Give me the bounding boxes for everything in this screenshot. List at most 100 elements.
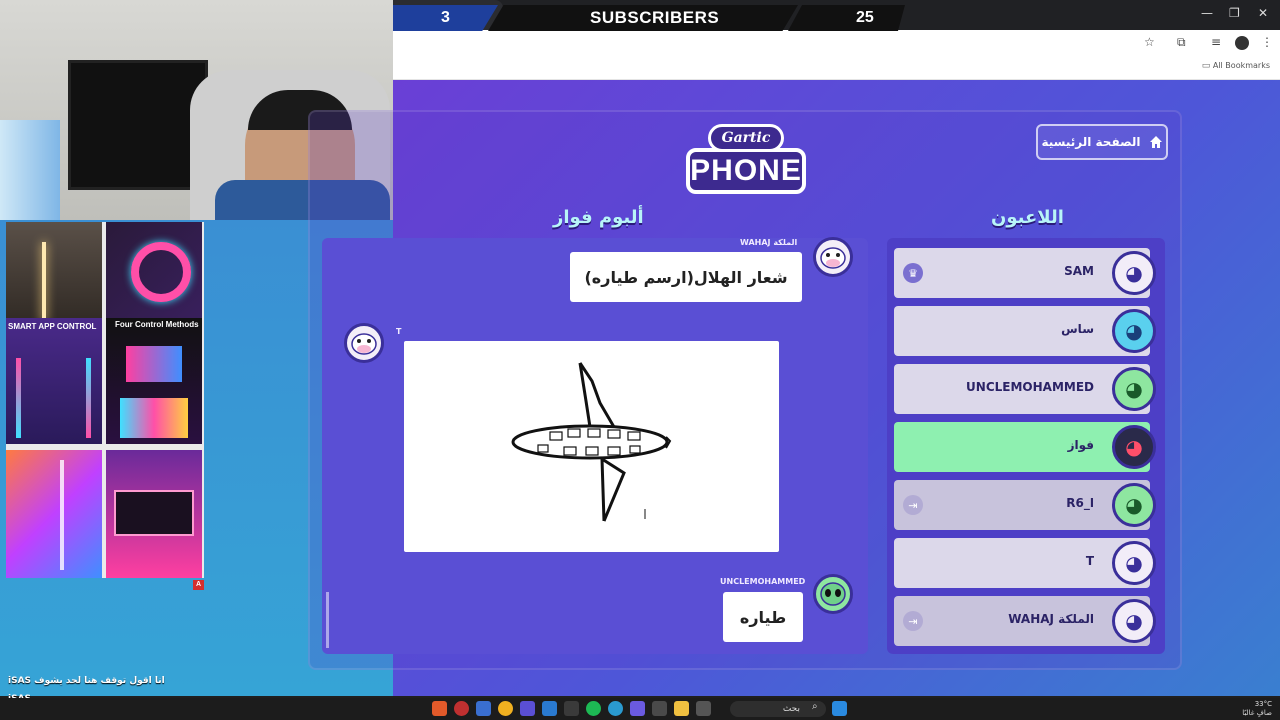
subscriber-count-right: 25 <box>856 9 874 26</box>
ad-four-methods-text: Four Control Methods <box>115 320 199 329</box>
taskbar-search-label: بحث <box>782 704 800 714</box>
player-avatar: ◕ <box>1112 367 1156 411</box>
app-icon[interactable] <box>696 701 711 716</box>
player-name: UNCLEMOHAMMED <box>966 380 1094 394</box>
app-icon[interactable] <box>454 701 469 716</box>
cow-face-icon: ◕ <box>1125 261 1143 285</box>
webcam-monitor <box>68 60 208 190</box>
edge-icon[interactable] <box>608 701 623 716</box>
player-name: SAM <box>1064 264 1094 278</box>
window-maximize-icon[interactable]: ❐ <box>1229 6 1240 20</box>
browser-address-bar[interactable]: ☆ ⧉ ≡ ⋮ <box>393 30 1280 56</box>
airplane-drawing <box>511 362 672 522</box>
player-avatar: ◕ <box>1112 599 1156 643</box>
player-avatar: ◕ <box>1112 483 1156 527</box>
chat-text: انا اقول توقف هنا لحد يشوف <box>34 676 165 686</box>
app-icon[interactable] <box>652 701 667 716</box>
subscriber-label: SUBSCRIBERS <box>590 8 720 27</box>
player-row-active[interactable]: فواز ◕ <box>894 422 1156 472</box>
player-avatar: ◕ <box>1112 251 1156 295</box>
chrome-icon[interactable] <box>498 701 513 716</box>
logo-main-text: PHONE <box>686 148 806 194</box>
player-name: فواز <box>1067 438 1094 452</box>
subscriber-count-left: 3 <box>441 9 450 26</box>
masked-face-icon: ◕ <box>1125 435 1143 459</box>
player-row[interactable]: ⇥ WAHAJ الملكة ◕ <box>894 596 1156 646</box>
spotify-icon[interactable] <box>586 701 601 716</box>
file-explorer-icon[interactable] <box>674 701 689 716</box>
drawing-author-name: T <box>396 327 402 336</box>
browser-menu-icon[interactable]: ⋮ <box>1261 35 1273 49</box>
chat-username: iSAS <box>8 676 32 686</box>
player-row[interactable]: ♛ SAM ◕ <box>894 248 1156 298</box>
player-row[interactable]: T ◕ <box>894 538 1156 588</box>
player-avatar: ◕ <box>1112 425 1156 469</box>
prompt-author-name: WAHAJ الملكة <box>740 238 798 247</box>
drawing-canvas <box>404 341 779 552</box>
crown-icon: ♛ <box>903 263 923 283</box>
player-avatar: ◕ <box>1112 309 1156 353</box>
subscriber-counter-right-panel <box>788 5 905 31</box>
cow-face-icon <box>351 333 377 355</box>
home-icon <box>1149 135 1163 149</box>
alien-face-icon <box>820 582 846 606</box>
prompt-author-avatar <box>813 237 853 277</box>
window-close-icon[interactable]: ✕ <box>1258 6 1268 20</box>
ad-image-corner-lamp <box>6 450 102 578</box>
app-icon[interactable] <box>432 701 447 716</box>
cow-face-icon: ◕ <box>1125 551 1143 575</box>
player-name: R6_ا <box>1066 496 1094 510</box>
player-name: T <box>1085 554 1094 568</box>
ad-smart-app-text: SMART APP CONTROL <box>8 322 97 331</box>
guess-bubble: طياره <box>723 592 803 642</box>
home-button[interactable]: الصفحة الرئيسية <box>1036 124 1168 160</box>
window-minimize-icon[interactable]: — <box>1201 6 1213 20</box>
player-name: WAHAJ الملكة <box>1008 612 1094 626</box>
drawing-author-avatar <box>344 323 384 363</box>
extensions-icon[interactable]: ⧉ <box>1177 35 1186 50</box>
exit-icon: ⇥ <box>903 611 923 631</box>
profile-avatar[interactable] <box>1235 36 1249 50</box>
app-icon[interactable] <box>520 701 535 716</box>
logo-top-text: Gartic <box>708 124 784 152</box>
player-row[interactable]: UNCLEMOHAMMED ◕ <box>894 364 1156 414</box>
player-row[interactable]: ⇥ R6_ا ◕ <box>894 480 1156 530</box>
gartic-phone-logo: PHONE Gartic <box>686 124 806 196</box>
app-icon[interactable] <box>564 701 579 716</box>
all-bookmarks-link[interactable]: ▭ All Bookmarks <box>1202 61 1270 71</box>
windows-start-icon[interactable] <box>832 701 847 716</box>
player-row[interactable]: ساس ◕ <box>894 306 1156 356</box>
app-icon[interactable] <box>476 701 491 716</box>
players-panel: ♛ SAM ◕ ساس ◕ UNCLEMOHAMMED ◕ فواز ◕ ⇥ R… <box>887 238 1165 654</box>
player-name: ساس <box>1061 322 1094 336</box>
blob-face-icon: ◕ <box>1125 319 1143 343</box>
ad-banner[interactable]: SMART APP CONTROL Four Control Methods <box>6 222 204 578</box>
prompt-bubble: شعار الهلال(ارسم طياره) <box>570 252 802 302</box>
chat-message: iSAS انا اقول توقف هنا لحد يشوف <box>8 676 165 686</box>
player-avatar: ◕ <box>1112 541 1156 585</box>
ad-choices-badge[interactable]: A <box>193 580 204 590</box>
alien-face-icon: ◕ <box>1125 493 1143 517</box>
folder-icon: ▭ <box>1201 61 1211 71</box>
app-icon[interactable] <box>630 701 645 716</box>
windows-taskbar: بحث ⌕ 33°C صافٍ غالبًا <box>0 698 1280 720</box>
subscriber-counter-overlay: 3 SUBSCRIBERS 25 <box>393 5 905 31</box>
weather-widget[interactable]: 33°C صافٍ غالبًا <box>1242 700 1272 718</box>
album-title: ألبوم فواز <box>553 207 644 228</box>
album-scrollbar[interactable] <box>326 592 329 648</box>
guess-author-name: UNCLEMOHAMMED <box>720 577 806 586</box>
exit-icon: ⇥ <box>903 495 923 515</box>
app-icon[interactable] <box>542 701 557 716</box>
cow-face-icon <box>820 247 846 269</box>
ad-image-smart-app: SMART APP CONTROL <box>6 318 102 444</box>
players-title: اللاعبون <box>991 207 1064 228</box>
search-icon: ⌕ <box>812 701 818 712</box>
home-button-label: الصفحة الرئيسية <box>1041 135 1141 149</box>
media-control-icon[interactable]: ≡ <box>1211 35 1221 49</box>
ad-image-four-methods: Four Control Methods <box>106 318 202 444</box>
cow-face-icon: ◕ <box>1125 609 1143 633</box>
guess-author-avatar <box>813 574 853 614</box>
weather-desc: صافٍ غالبًا <box>1242 709 1272 717</box>
bookmark-star-icon[interactable]: ☆ <box>1144 35 1155 49</box>
bookmarks-bar: ▭ All Bookmarks <box>393 56 1280 80</box>
